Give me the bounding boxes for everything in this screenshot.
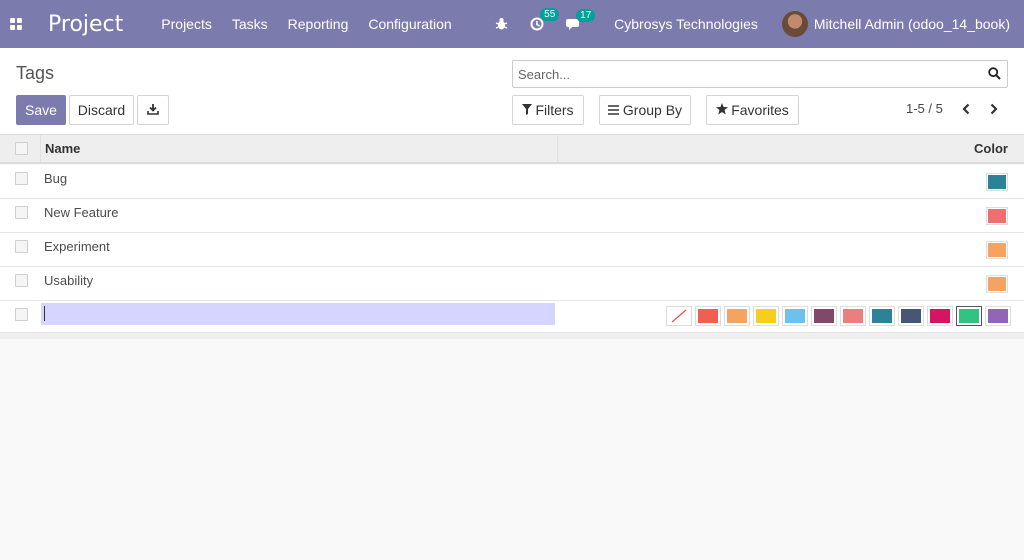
row-checkbox[interactable]: [15, 240, 28, 253]
user-avatar[interactable]: [781, 11, 808, 37]
filters-label: Filters: [535, 102, 574, 118]
search-input[interactable]: [518, 61, 978, 87]
color-picker: [666, 306, 1014, 326]
row-checkbox[interactable]: [15, 308, 28, 321]
color-option[interactable]: [956, 306, 982, 326]
text-caret: [44, 306, 45, 321]
select-all-checkbox[interactable]: [15, 142, 28, 155]
table-header: Name Color: [0, 135, 1024, 164]
search-box: [512, 60, 1008, 88]
color-option[interactable]: [985, 306, 1011, 326]
menu-tasks[interactable]: Tasks: [232, 16, 268, 32]
list-footer: [0, 333, 1024, 339]
no-color-slash-icon: [671, 309, 687, 323]
control-panel: Tags Save Discard Filters Group By Favor…: [0, 48, 1024, 134]
activity-clock-icon[interactable]: 55: [530, 8, 560, 31]
save-button[interactable]: Save: [16, 95, 66, 125]
star-icon: [716, 102, 729, 118]
pager-value[interactable]: 1-5 / 5: [906, 101, 943, 116]
color-swatch[interactable]: [986, 207, 1008, 225]
favorites-label: Favorites: [731, 102, 789, 118]
apps-menu-icon[interactable]: [0, 0, 32, 48]
menu-reporting[interactable]: Reporting: [288, 16, 349, 32]
list-view: Name Color Bug New Feature Experiment Us…: [0, 134, 1024, 560]
editable-new-row[interactable]: [0, 301, 1024, 333]
table-row[interactable]: Experiment: [0, 233, 1024, 267]
menu-projects[interactable]: Projects: [161, 16, 212, 32]
favorites-button[interactable]: Favorites: [706, 95, 799, 125]
company-switcher[interactable]: Cybrosys Technologies: [614, 16, 758, 32]
column-header-color[interactable]: Color: [974, 135, 1008, 162]
tag-name-input[interactable]: [41, 303, 555, 325]
color-swatch[interactable]: [986, 241, 1008, 259]
color-option[interactable]: [898, 306, 924, 326]
debug-bug-icon[interactable]: [495, 17, 508, 31]
group-by-button[interactable]: Group By: [599, 95, 691, 125]
row-name[interactable]: Usability: [44, 267, 93, 295]
user-menu[interactable]: Mitchell Admin (odoo_14_book): [814, 16, 1010, 32]
color-option[interactable]: [927, 306, 953, 326]
color-option[interactable]: [811, 306, 837, 326]
download-icon: [147, 102, 159, 118]
pager-previous-icon[interactable]: [958, 100, 974, 118]
pager-next-icon[interactable]: [986, 100, 1002, 118]
color-option[interactable]: [695, 306, 721, 326]
color-swatch[interactable]: [986, 173, 1008, 191]
messages-chat-icon[interactable]: 17: [566, 8, 596, 31]
row-name[interactable]: Bug: [44, 165, 67, 193]
color-swatch[interactable]: [986, 275, 1008, 293]
color-option[interactable]: [782, 306, 808, 326]
row-checkbox[interactable]: [15, 274, 28, 287]
breadcrumb: Tags: [16, 63, 55, 83]
menu-configuration[interactable]: Configuration: [368, 16, 451, 32]
filters-button[interactable]: Filters: [512, 95, 584, 125]
table-row[interactable]: New Feature: [0, 199, 1024, 233]
color-option[interactable]: [753, 306, 779, 326]
table-row[interactable]: Bug: [0, 165, 1024, 199]
top-navbar: Project Projects Tasks Reporting Configu…: [0, 0, 1024, 48]
color-option-none[interactable]: [666, 306, 692, 326]
export-download-button[interactable]: [137, 95, 169, 125]
filter-icon: [522, 102, 533, 118]
color-option[interactable]: [869, 306, 895, 326]
list-bars-icon: [607, 102, 619, 118]
row-checkbox[interactable]: [15, 172, 28, 185]
row-checkbox[interactable]: [15, 206, 28, 219]
row-name[interactable]: New Feature: [44, 199, 118, 227]
row-name[interactable]: Experiment: [44, 233, 110, 261]
color-option[interactable]: [724, 306, 750, 326]
activity-count-badge: 55: [540, 8, 560, 21]
app-title[interactable]: Project: [48, 12, 123, 37]
column-header-name[interactable]: Name: [40, 135, 558, 162]
group-by-label: Group By: [622, 102, 683, 118]
message-count-badge: 17: [576, 8, 596, 22]
discard-button[interactable]: Discard: [69, 95, 134, 125]
color-option[interactable]: [840, 306, 866, 326]
search-icon[interactable]: [988, 67, 1001, 83]
table-row[interactable]: Usability: [0, 267, 1024, 301]
